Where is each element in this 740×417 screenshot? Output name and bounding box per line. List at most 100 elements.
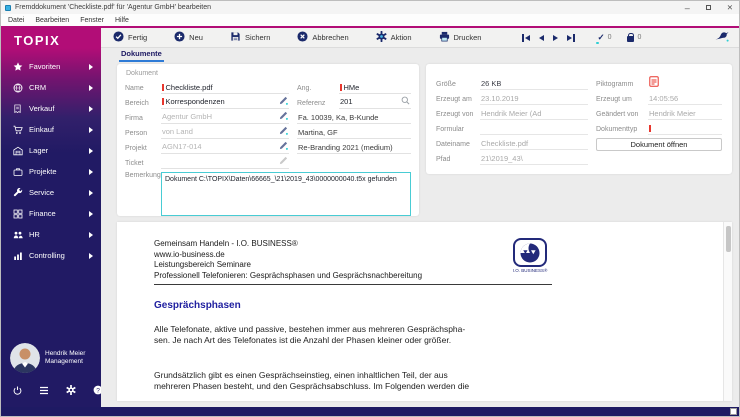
pfad-value: 21\2019_43\ <box>480 154 588 165</box>
gear-icon <box>376 31 387 44</box>
resize-handle[interactable] <box>730 408 737 415</box>
dokumenttyp-value[interactable] <box>648 124 722 135</box>
close-icon[interactable]: ✕ <box>727 3 733 12</box>
edit-pencil-icon[interactable] <box>279 111 288 122</box>
menu-hilfe[interactable]: Hilfe <box>115 17 129 24</box>
settings-gear-icon[interactable] <box>66 382 76 400</box>
next-record-button[interactable] <box>553 34 559 41</box>
ang-field[interactable]: HMe <box>339 83 411 94</box>
drucken-button[interactable]: Drucken <box>439 31 481 44</box>
edit-pencil-icon[interactable] <box>279 141 288 152</box>
sidebar-item-label: Projekte <box>29 167 57 176</box>
bar-chart-icon <box>12 251 23 261</box>
preview-scrollbar[interactable] <box>723 222 732 401</box>
user-profile[interactable]: Hendrik Meier Management <box>1 343 101 375</box>
bereich-field[interactable]: Korrespondenzen <box>161 96 289 109</box>
chevron-right-icon <box>89 210 93 217</box>
menu-fenster[interactable]: Fenster <box>80 17 104 24</box>
sidebar-item-lager[interactable]: Lager <box>1 140 101 161</box>
aktion-button[interactable]: Aktion <box>376 31 412 44</box>
maximize-icon[interactable] <box>705 5 711 10</box>
edit-pencil-icon[interactable] <box>279 126 288 137</box>
sidebar-item-hr[interactable]: HR <box>1 224 101 245</box>
abbrechen-button[interactable]: Abbrechen <box>297 31 349 44</box>
bemerkung-textarea[interactable]: Dokument C:\TOPIX\Daten\66665_\21\2019_4… <box>161 172 411 216</box>
menu-bearbeiten[interactable]: Bearbeiten <box>35 17 69 24</box>
sidebar-item-einkauf[interactable]: Einkauf <box>1 119 101 140</box>
sidebar-item-label: Verkauf <box>29 104 55 113</box>
firma-field[interactable]: Agentur GmbH <box>161 111 289 124</box>
checked-counter[interactable]: ✓ 0 <box>596 32 611 44</box>
dateiname-label: Dateiname <box>436 141 470 148</box>
sichern-button[interactable]: Sichern <box>230 31 270 44</box>
io-business-logo: I.O. BUSINESS® <box>508 238 552 273</box>
groesse-label: Größe <box>436 81 456 88</box>
formular-label: Formular <box>436 126 465 133</box>
check-circle-icon <box>113 31 124 44</box>
pfad-label: Pfad <box>436 156 451 163</box>
geaendert-von-value: Hendrik Meier <box>648 109 722 120</box>
person-field[interactable]: von Land <box>161 126 289 139</box>
required-marker <box>162 97 164 105</box>
logo-caption: I.O. BUSINESS® <box>512 268 548 273</box>
ticket-field[interactable] <box>161 156 289 169</box>
globe-icon <box>12 83 23 93</box>
doc-paragraph: Alle Telefonate, aktive und passive, bes… <box>154 324 466 345</box>
avatar[interactable] <box>10 343 40 373</box>
sidebar-item-verkauf[interactable]: Verkauf <box>1 98 101 119</box>
star-icon <box>12 61 23 72</box>
sidebar-item-controlling[interactable]: Controlling <box>1 245 101 266</box>
topix-logo: TOPIX <box>14 33 61 48</box>
sidebar-item-service[interactable]: Service <box>1 182 101 203</box>
floppy-disk-icon <box>230 31 241 44</box>
sidebar-item-label: Favoriten <box>29 62 61 71</box>
document-form-card: Dokument Name Checkliste.pdf Ang. HMe Be… <box>117 64 419 216</box>
person-info: Martina, GF <box>297 128 411 139</box>
scrollbar-thumb[interactable] <box>725 226 731 252</box>
sidebar-item-label: Einkauf <box>29 125 55 134</box>
neu-button[interactable]: Neu <box>174 31 203 44</box>
fertig-button[interactable]: Fertig <box>113 31 147 44</box>
sidebar-item-finance[interactable]: Finance <box>1 203 101 224</box>
topix-bird-icon[interactable] <box>715 29 729 47</box>
sidebar-item-projekte[interactable]: Projekte <box>1 161 101 182</box>
power-icon[interactable] <box>13 382 22 400</box>
sidebar: TOPIX Favoriten CRM Verkauf Einkauf Lage… <box>1 28 103 407</box>
erzeugt-am-value: 23.10.2019 <box>480 94 588 105</box>
group-label: Dokument <box>126 70 158 77</box>
first-record-button[interactable] <box>522 33 531 42</box>
erzeugt-von-label: Erzeugt von <box>436 111 474 118</box>
edit-pencil-icon[interactable] <box>279 96 288 107</box>
previous-record-button[interactable] <box>539 34 545 41</box>
erzeugt-um-value: 14:05:56 <box>648 94 722 105</box>
last-record-button[interactable] <box>567 33 576 42</box>
briefcase-icon <box>12 167 23 177</box>
sidebar-item-favoriten[interactable]: Favoriten <box>1 56 101 77</box>
tab-dokumente[interactable]: Dokumente <box>119 49 164 62</box>
menu-list-icon[interactable] <box>39 382 49 400</box>
x-circle-icon <box>297 31 308 44</box>
menu-datei[interactable]: Datei <box>8 17 24 24</box>
abbrechen-label: Abbrechen <box>312 33 349 42</box>
chevron-right-icon <box>89 63 93 70</box>
search-icon[interactable] <box>401 96 410 107</box>
app-icon <box>5 4 11 11</box>
formular-value[interactable] <box>480 124 588 135</box>
minimize-icon[interactable]: – <box>685 3 690 12</box>
menu-bar: Datei Bearbeiten Fenster Hilfe <box>1 14 739 26</box>
referenz-field[interactable]: 201 <box>339 96 411 109</box>
sidebar-item-label: HR <box>29 230 40 239</box>
piktogramm-value <box>648 75 722 91</box>
tab-bar: Dokumente <box>101 48 739 62</box>
pdf-file-icon <box>649 75 659 89</box>
required-marker <box>649 124 651 132</box>
sidebar-item-label: Service <box>29 188 55 197</box>
doc-heading: Gesprächsphasen <box>154 300 241 311</box>
erzeugt-am-label: Erzeugt am <box>436 96 472 103</box>
user-name: Hendrik Meier <box>45 350 86 357</box>
sidebar-item-crm[interactable]: CRM <box>1 77 101 98</box>
projekt-field[interactable]: AGN17-014 <box>161 141 289 154</box>
dokument-oeffnen-button[interactable]: Dokument öffnen <box>596 138 722 151</box>
locked-counter[interactable]: 0 <box>627 33 641 42</box>
name-field[interactable]: Checkliste.pdf <box>161 83 289 94</box>
